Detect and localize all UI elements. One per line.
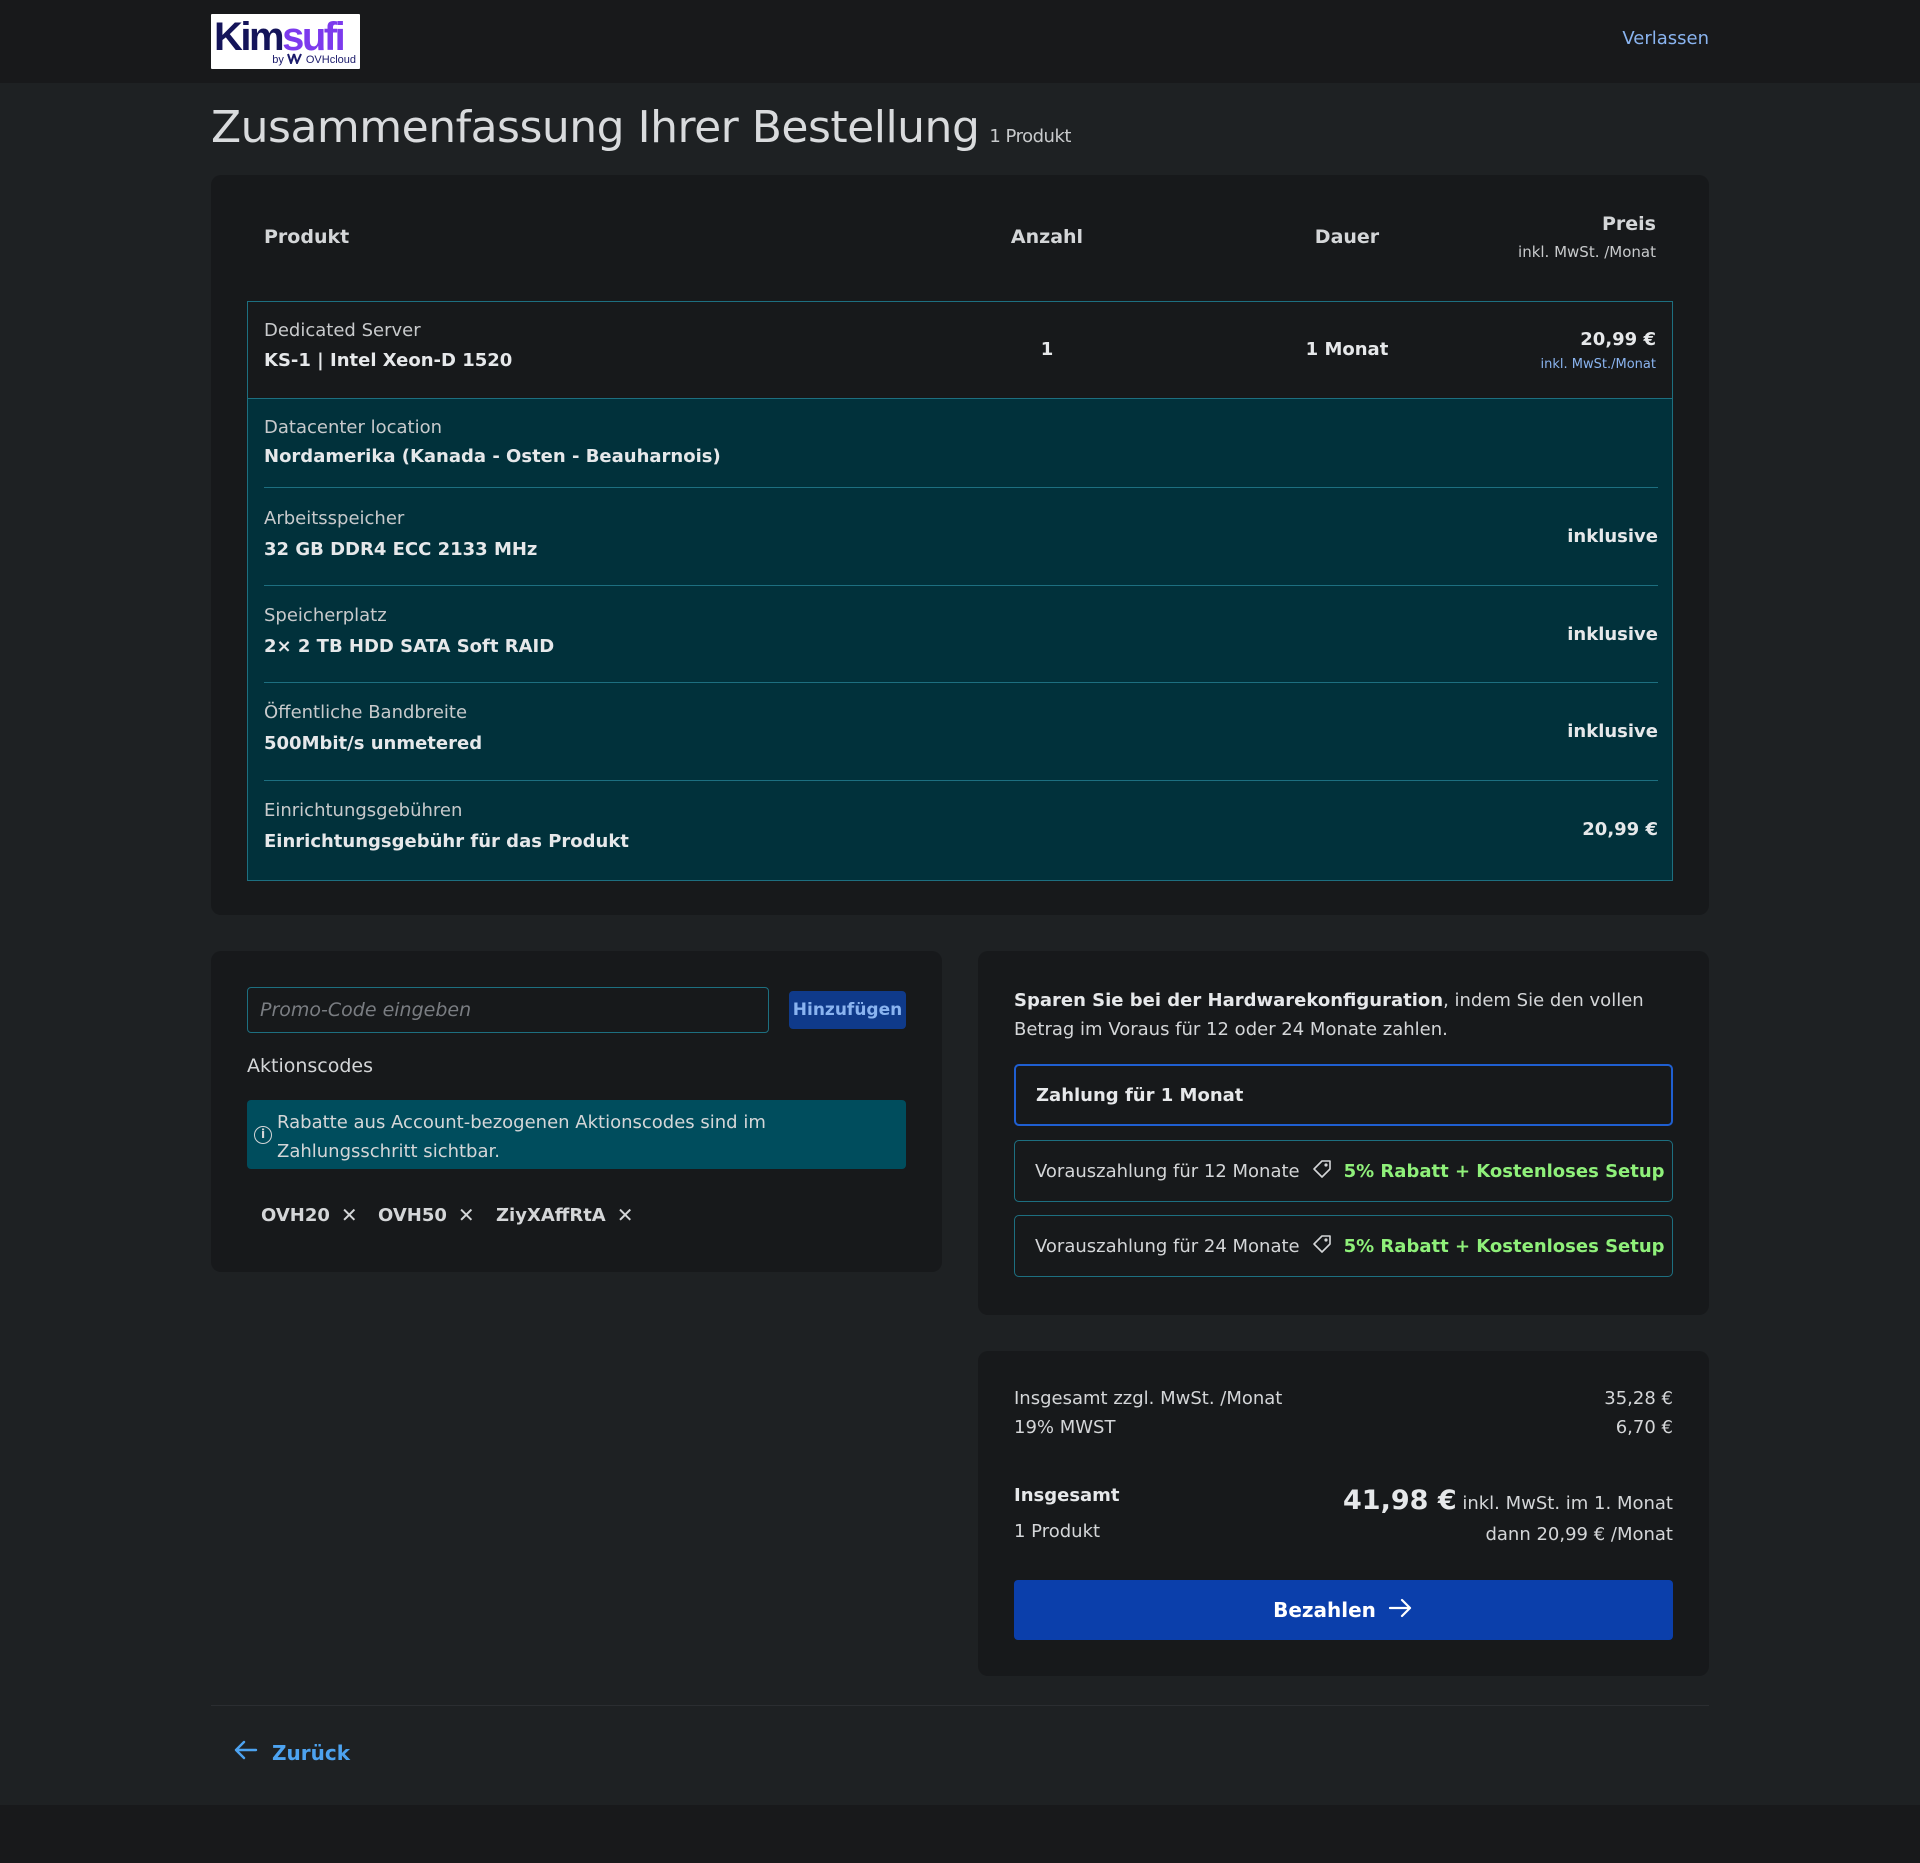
promo-info-text: Rabatte aus Account-bezogenen Aktionscod… [277,1112,766,1162]
total-amount-line: 41,98 € inkl. MwSt. im 1. Monat [1343,1485,1673,1516]
exit-link[interactable]: Verlassen [1622,28,1709,49]
promo-chip-label: OVH50 [378,1204,447,1226]
col-header-quantity: Anzahl [1010,226,1084,248]
option-label: Öffentliche Bandbreite [264,702,468,723]
product-count: 1 Produkt [989,126,1071,147]
footer-divider [211,1705,1709,1706]
page-footer [0,1805,1920,1863]
kimsufi-logo[interactable]: Kimsufi by OVHcloud [211,14,360,69]
tag-icon [1312,1234,1332,1259]
pay-button-label: Bezahlen [1273,1598,1376,1622]
info-circle-icon: i [254,1126,272,1144]
option-label: Einrichtungsgebühren [264,800,463,821]
product-duration: 1 Monat [1305,339,1389,360]
remove-icon[interactable]: ✕ [341,1203,358,1227]
promo-code-input[interactable] [247,987,769,1033]
payment-option-label: Vorauszahlung für 12 Monate [1035,1160,1300,1182]
product-table: Dedicated Server KS-1 | Intel Xeon-D 152… [247,301,1673,881]
total-suffix: inkl. MwSt. im 1. Monat [1462,1493,1673,1514]
remove-icon[interactable]: ✕ [617,1203,634,1227]
col-header-price: Preis [1601,213,1656,235]
product-category: Dedicated Server [264,320,421,341]
vat-value: 6,70 € [1615,1417,1673,1438]
order-summary-card: Produkt Anzahl Dauer Preis inkl. MwSt. /… [211,175,1709,915]
payment-option-label: Zahlung für 1 Monat [1036,1084,1244,1106]
option-value: Nordamerika (Kanada - Osten - Beauharnoi… [264,446,721,467]
promo-chip-ovh50: OVH50 ✕ [378,1200,475,1230]
option-price: inklusive [1567,721,1658,742]
option-price: inklusive [1567,526,1658,547]
option-label: Speicherplatz [264,605,387,626]
subtotal-label: Insgesamt zzgl. MwSt. /Monat [1014,1388,1283,1409]
logo-byline: by OVHcloud [272,53,356,67]
option-row-memory: Arbeitsspeicher 32 GB DDR4 ECC 2133 MHz … [264,488,1658,586]
totals-card: Insgesamt zzgl. MwSt. /Monat 35,28 € 19%… [978,1351,1709,1676]
payment-option-24-months[interactable]: Vorauszahlung für 24 Monate 5% Rabatt + … [1014,1215,1673,1277]
product-price-sub: inkl. MwSt./Monat [1540,357,1656,372]
subtotal-value: 35,28 € [1604,1388,1673,1409]
page-title-text: Zusammenfassung Ihrer Bestellung [211,102,980,153]
payment-option-12-months[interactable]: Vorauszahlung für 12 Monate 5% Rabatt + … [1014,1140,1673,1202]
payment-option-promo: 5% Rabatt + Kostenloses Setup [1343,1235,1665,1257]
product-name: KS-1 | Intel Xeon-D 1520 [264,350,513,371]
option-row-bandwidth: Öffentliche Bandbreite 500Mbit/s unmeter… [264,683,1658,781]
arrow-right-icon [1388,1598,1414,1623]
promo-code-card: Hinzufügen Aktionscodes i Rabatte aus Ac… [211,951,942,1272]
vat-row: 19% MWST 6,70 € [1014,1417,1673,1438]
savings-intro: Sparen Sie bei der Hardwarekonfiguration… [1014,990,1644,1040]
promo-chip-ziyxaffrta: ZiyXAffRtA ✕ [496,1200,634,1230]
payment-option-promo: 5% Rabatt + Kostenloses Setup [1343,1160,1665,1182]
promo-codes-label: Aktionscodes [247,1055,374,1077]
option-value: Einrichtungsgebühr für das Produkt [264,831,629,852]
option-value: 32 GB DDR4 ECC 2133 MHz [264,539,538,560]
payment-option-1-month[interactable]: Zahlung für 1 Monat [1014,1064,1673,1126]
option-label: Arbeitsspeicher [264,508,405,529]
promo-info-box: i Rabatte aus Account-bezogenen Aktionsc… [247,1100,906,1169]
promo-chip-label: ZiyXAffRtA [496,1204,606,1226]
remove-icon[interactable]: ✕ [458,1203,475,1227]
col-header-duration: Dauer [1314,226,1380,248]
option-row-setup-fee: Einrichtungsgebühren Einrichtungsgebühr … [264,781,1658,880]
product-row: Dedicated Server KS-1 | Intel Xeon-D 152… [248,302,1672,399]
product-price: 20,99 € [1580,329,1656,350]
promo-chip-label: OVH20 [261,1204,330,1226]
option-row-datacenter: Datacenter location Nordamerika (Kanada … [264,399,1658,488]
then-text: dann 20,99 € /Monat [1485,1524,1673,1545]
col-header-price-sub: inkl. MwSt. /Monat [1518,243,1656,261]
back-link[interactable]: Zurück [232,1740,350,1765]
ovh-mark-icon [286,53,303,67]
vat-label: 19% MWST [1014,1417,1116,1438]
col-header-product: Produkt [264,226,350,248]
subtotal-row: Insgesamt zzgl. MwSt. /Monat 35,28 € [1014,1388,1673,1409]
top-bar: Kimsufi by OVHcloud Verlassen [0,0,1920,83]
page-title: Zusammenfassung Ihrer Bestellung 1 Produ… [211,102,1071,153]
option-row-storage: Speicherplatz 2× 2 TB HDD SATA Soft RAID… [264,586,1658,683]
add-promo-button[interactable]: Hinzufügen [789,991,906,1029]
option-price: 20,99 € [1582,819,1658,840]
payment-term-card: Sparen Sie bei der Hardwarekonfiguration… [978,951,1709,1315]
tag-icon [1312,1159,1332,1184]
arrow-left-icon [232,1740,258,1765]
option-value: 500Mbit/s unmetered [264,733,483,754]
option-label: Datacenter location [264,417,443,438]
promo-chip-ovh20: OVH20 ✕ [261,1200,358,1230]
option-price: inklusive [1567,624,1658,645]
pay-button[interactable]: Bezahlen [1014,1580,1673,1640]
option-value: 2× 2 TB HDD SATA Soft RAID [264,636,555,657]
payment-option-label: Vorauszahlung für 24 Monate [1035,1235,1300,1257]
product-quantity: 1 [1040,339,1054,360]
back-link-label: Zurück [272,1740,350,1765]
total-amount: 41,98 € [1343,1485,1457,1516]
